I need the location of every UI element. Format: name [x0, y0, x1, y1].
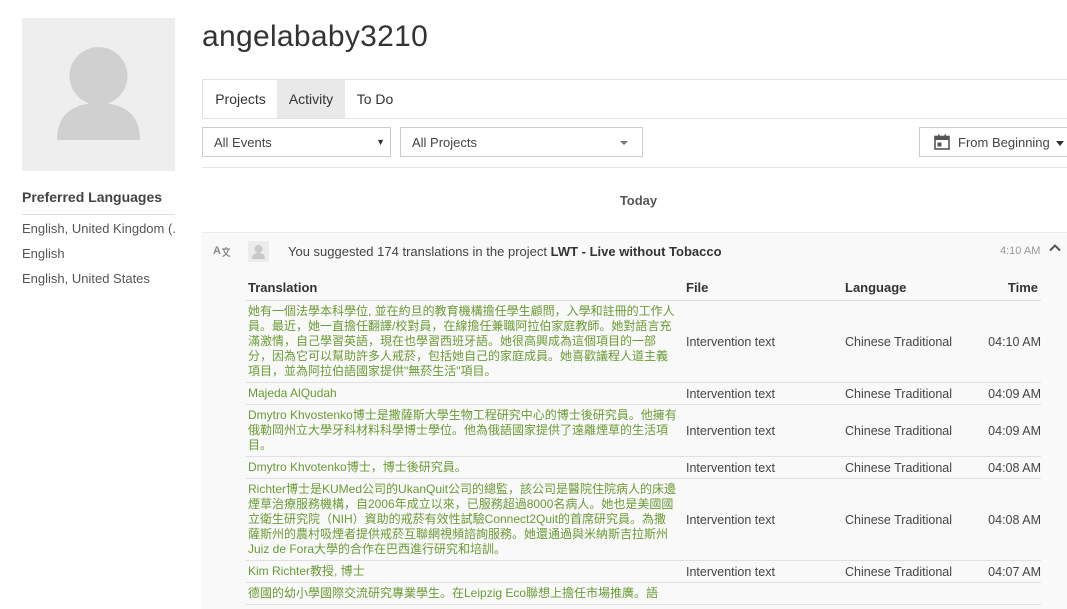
- events-filter-value: All Events: [214, 135, 272, 150]
- translation-link[interactable]: Dmytro Khvotenko博士，博士後研究員。: [246, 457, 678, 478]
- profile-avatar: [22, 18, 175, 171]
- tab-projects[interactable]: Projects: [202, 80, 278, 118]
- table-row: 她有一個法學本科學位, 並在約旦的教育機構擔任學生顧問，入學和註冊的工作人員。最…: [246, 301, 1041, 383]
- language-item: English, United States: [22, 271, 150, 286]
- project-link[interactable]: LWT - Live without Tobacco: [551, 244, 722, 259]
- time-cell: 04:10 AM: [988, 334, 1041, 349]
- translation-link[interactable]: Richter博士是KUMed公司的UkanQuit公司的總監，該公司是醫院住院…: [246, 479, 678, 560]
- translations-table: Translation File Language Time 她有一個法學本科學…: [246, 278, 1041, 605]
- activity-item: A You suggested 174 translations in the …: [202, 232, 1067, 609]
- table-row: Majeda AlQudah Intervention text Chinese…: [246, 383, 1041, 405]
- caret-down-icon: ▼: [376, 137, 385, 147]
- language-cell: Chinese Traditional: [845, 334, 953, 349]
- table-row: Dmytro Khvostenko博士是撒薩斯大學生物工程研究中心的博士後研究員…: [246, 405, 1041, 457]
- column-header-file: File: [686, 280, 709, 295]
- language-item: English, United Kingdom (...: [22, 221, 175, 236]
- language-cell: Chinese Traditional: [845, 460, 953, 475]
- activity-summary-text: You suggested 174 translations in the pr…: [288, 244, 551, 259]
- translation-link[interactable]: Dmytro Khvostenko博士是撒薩斯大學生物工程研究中心的博士後研究員…: [246, 405, 678, 456]
- activity-time: 4:10 AM: [1000, 245, 1041, 257]
- translate-icon: A: [213, 243, 231, 262]
- tab-todo[interactable]: To Do: [345, 80, 405, 118]
- date-range-button[interactable]: From Beginning: [919, 127, 1067, 157]
- column-header-translation: Translation: [248, 280, 318, 295]
- language-cell: Chinese Traditional: [845, 386, 953, 401]
- user-avatar[interactable]: [248, 241, 269, 262]
- time-cell: 04:08 AM: [988, 512, 1041, 527]
- tab-activity[interactable]: Activity: [277, 80, 345, 118]
- day-heading: Today: [619, 193, 658, 208]
- time-cell: 04:07 AM: [988, 564, 1041, 579]
- translation-link[interactable]: 她有一個法學本科學位, 並在約旦的教育機構擔任學生顧問，入學和註冊的工作人員。最…: [246, 301, 678, 382]
- time-cell: 04:08 AM: [988, 460, 1041, 475]
- activity-summary: You suggested 174 translations in the pr…: [288, 244, 722, 259]
- profile-tabs: Projects Activity To Do: [202, 79, 1067, 119]
- language-cell: Chinese Traditional: [845, 512, 953, 527]
- language-cell: Chinese Traditional: [845, 564, 953, 579]
- table-header: Translation File Language Time: [246, 278, 1041, 301]
- file-cell: Intervention text: [686, 423, 775, 438]
- time-cell: 04:09 AM: [988, 423, 1041, 438]
- language-item: English: [22, 246, 65, 261]
- file-cell: Intervention text: [686, 460, 775, 475]
- caret-down-icon: [620, 141, 628, 145]
- divider: [22, 214, 175, 215]
- date-range-label: From Beginning: [958, 135, 1050, 150]
- translation-link[interactable]: Majeda AlQudah: [246, 383, 678, 404]
- file-cell: Intervention text: [686, 386, 775, 401]
- preferred-languages-list: English, United Kingdom (... English Eng…: [22, 221, 175, 296]
- column-header-time: Time: [1007, 280, 1038, 295]
- projects-filter-select[interactable]: All Projects: [400, 127, 643, 157]
- table-row: Kim Richter教授, 博士 Intervention text Chin…: [246, 561, 1041, 583]
- projects-filter-value: All Projects: [412, 135, 478, 150]
- caret-down-icon: [1056, 141, 1064, 146]
- language-cell: Chinese Traditional: [845, 423, 953, 438]
- time-cell: 04:09 AM: [988, 386, 1041, 401]
- svg-text:A: A: [213, 245, 221, 257]
- translation-link[interactable]: Kim Richter教授, 博士: [246, 561, 678, 582]
- preferred-languages-title: Preferred Languages: [22, 189, 163, 205]
- calendar-icon: [934, 134, 950, 153]
- table-row: Richter博士是KUMed公司的UkanQuit公司的總監，該公司是醫院住院…: [246, 479, 1041, 561]
- table-row: Dmytro Khvotenko博士，博士後研究員。 Intervention …: [246, 457, 1041, 479]
- events-filter-select[interactable]: All Events ▼: [202, 127, 391, 157]
- file-cell: Intervention text: [686, 512, 775, 527]
- column-header-language: Language: [845, 280, 907, 295]
- file-cell: Intervention text: [686, 564, 775, 579]
- table-row: 德國的幼小學國際交流研究專業學生。在Leipzig Eco聯想上擔任市場推廣。語: [246, 583, 1041, 605]
- page-title: angelababy3210: [202, 20, 429, 53]
- divider: [202, 167, 1067, 168]
- translation-link[interactable]: 德國的幼小學國際交流研究專業學生。在Leipzig Eco聯想上擔任市場推廣。語: [246, 583, 678, 604]
- file-cell: Intervention text: [686, 334, 775, 349]
- collapse-chevron-icon[interactable]: [1048, 241, 1062, 258]
